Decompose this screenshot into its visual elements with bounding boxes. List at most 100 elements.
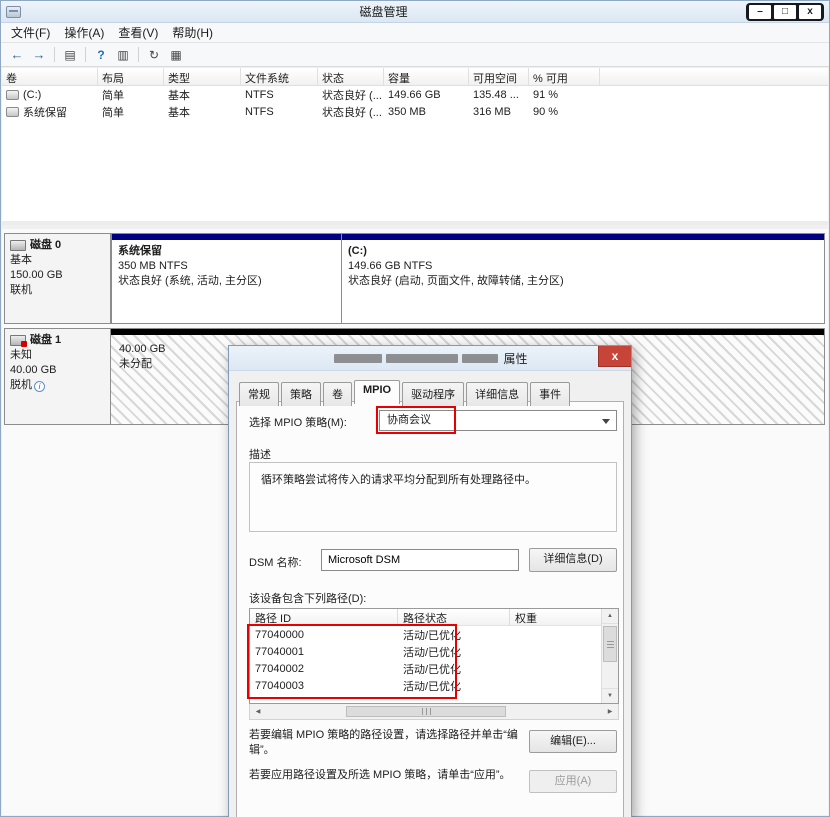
dialog-close-button[interactable]: x [598, 346, 631, 367]
policy-label: 选择 MPIO 策略(M): [249, 417, 347, 429]
col-weight[interactable]: 权重 [510, 609, 601, 625]
path-row[interactable]: 77040000 活动/已优化 [250, 626, 601, 643]
path-row[interactable]: 77040003 活动/已优化 [250, 677, 601, 694]
vertical-scrollbar[interactable]: ▲ ▼ [601, 609, 618, 703]
table-row[interactable]: 系统保留 简单 基本 NTFS 状态良好 (... 350 MB 316 MB … [2, 103, 828, 120]
window-title: 磁盘管理 [359, 5, 408, 19]
scroll-right-icon[interactable]: ▶ [602, 708, 618, 715]
cell-free: 135.48 ... [473, 88, 519, 101]
dsm-name-field[interactable] [321, 549, 519, 571]
tab-general[interactable]: 常规 [239, 382, 279, 406]
col-pct-free[interactable]: % 可用 [529, 68, 600, 85]
list-view-icon[interactable]: ▤ [59, 45, 81, 65]
col-free[interactable]: 可用空间 [469, 68, 529, 85]
edit-hint-text: 若要编辑 MPIO 策略的路径设置，请选择路径并单击“编辑”。 [249, 729, 518, 756]
scroll-down-icon[interactable]: ▼ [602, 688, 618, 703]
help-icon[interactable]: ? [90, 45, 112, 65]
disk0-band: 磁盘 0 基本 150.00 GB 联机 系统保留 350 MB NTFS 状态… [4, 233, 825, 324]
apply-hint-text: 若要应用路径设置及所选 MPIO 策略，请单击“应用”。 [249, 769, 511, 781]
col-path-status[interactable]: 路径状态 [398, 609, 510, 625]
partition-stripe [342, 234, 824, 240]
path-row[interactable]: 77040001 活动/已优化 [250, 643, 601, 660]
col-status[interactable]: 状态 [318, 68, 384, 85]
graph-view-icon[interactable]: ▥ [112, 45, 134, 65]
path-list-body: 路径 ID 路径状态 权重 77040000 活动/已优化 77040001 活… [250, 609, 601, 703]
close-button[interactable]: x [799, 4, 821, 19]
col-volume[interactable]: 卷 [2, 68, 98, 85]
redacted-text [462, 353, 499, 363]
scrollbar-thumb[interactable] [346, 706, 506, 717]
apply-button[interactable]: 应用(A) [529, 770, 617, 793]
mpio-policy-dropdown[interactable]: 协商会议 [379, 410, 617, 431]
maximize-button[interactable]: □ [774, 4, 796, 19]
disk0-size: 150.00 GB [10, 269, 63, 281]
menu-bar: 文件(F) 操作(A) 查看(V) 帮助(H) [1, 23, 829, 43]
disk0-type: 基本 [10, 254, 32, 266]
col-path-id[interactable]: 路径 ID [250, 609, 398, 625]
path-status: 活动/已优化 [403, 629, 462, 642]
menu-action[interactable]: 操作(A) [57, 22, 111, 43]
policy-selected-value: 协商会议 [387, 414, 431, 426]
edit-button[interactable]: 编辑(E)... [529, 730, 617, 753]
path-list-header: 路径 ID 路径状态 权重 [250, 609, 601, 626]
tab-driver[interactable]: 驱动程序 [402, 382, 465, 406]
tab-details[interactable]: 详细信息 [466, 382, 529, 406]
tab-mpio[interactable]: MPIO [354, 380, 401, 404]
table-row[interactable]: (C:) 简单 基本 NTFS 状态良好 (... 149.66 GB 135.… [2, 86, 828, 103]
cell-type: 基本 [168, 106, 190, 119]
paths-label: 该设备包含下列路径(D): [249, 593, 367, 605]
cell-capacity: 149.66 GB [388, 88, 441, 101]
volume-list-header: 卷 布局 类型 文件系统 状态 容量 可用空间 % 可用 [2, 68, 828, 86]
scroll-left-icon[interactable]: ◀ [250, 708, 266, 715]
console-icon[interactable]: ▦ [165, 45, 187, 65]
path-id: 77040001 [255, 645, 304, 658]
volume-list-panel: 卷 布局 类型 文件系统 状态 容量 可用空间 % 可用 (C:) 简单 基本 … [2, 68, 828, 225]
disk1-info[interactable]: 磁盘 1 未知 40.00 GB 脱机 i [5, 329, 111, 424]
back-icon[interactable]: ← [6, 45, 28, 65]
horizontal-scrollbar[interactable]: ◀ ▶ [249, 704, 619, 720]
partition-stripe [112, 234, 341, 240]
toolbar-separator [138, 47, 139, 62]
col-filesystem[interactable]: 文件系统 [241, 68, 318, 85]
partition-c-drive[interactable]: (C:) 149.66 GB NTFS 状态良好 (启动, 页面文件, 故障转储… [341, 234, 824, 323]
offline-info-icon[interactable]: i [34, 381, 45, 392]
toolbar-separator [85, 47, 86, 62]
path-row[interactable]: 77040002 活动/已优化 [250, 660, 601, 677]
cell-pct: 91 % [533, 88, 559, 101]
toolbar-separator [54, 47, 55, 62]
redacted-text [334, 353, 383, 363]
disk0-info[interactable]: 磁盘 0 基本 150.00 GB 联机 [5, 234, 111, 323]
tab-volumes[interactable]: 卷 [323, 382, 352, 406]
col-layout[interactable]: 布局 [98, 68, 164, 85]
disk1-label: 磁盘 1 [30, 334, 62, 346]
partition-system-reserved[interactable]: 系统保留 350 MB NTFS 状态良好 (系统, 活动, 主分区) [111, 234, 341, 323]
dialog-title-suffix: 属性 [503, 351, 528, 366]
refresh-icon[interactable]: ↻ [143, 45, 165, 65]
details-button[interactable]: 详细信息(D) [529, 548, 617, 572]
minimize-button[interactable]: – [749, 4, 771, 19]
menu-help[interactable]: 帮助(H) [165, 22, 220, 43]
mpio-properties-dialog: 属性 x 常规 策略 卷 MPIO 驱动程序 详细信息 事件 选择 MPIO 策… [228, 345, 632, 817]
tab-policy[interactable]: 策略 [281, 382, 321, 406]
disk0-status: 联机 [10, 284, 32, 296]
drive-icon [6, 106, 19, 117]
disk1-size: 40.00 GB [10, 364, 57, 376]
menu-file[interactable]: 文件(F) [4, 22, 57, 43]
col-capacity[interactable]: 容量 [384, 68, 469, 85]
scrollbar-thumb[interactable] [603, 626, 617, 662]
tab-events[interactable]: 事件 [530, 382, 571, 406]
scroll-up-icon[interactable]: ▲ [602, 609, 618, 624]
menu-view[interactable]: 查看(V) [111, 22, 165, 43]
disk1-status: 脱机 i [10, 378, 105, 393]
col-type[interactable]: 类型 [164, 68, 241, 85]
forward-icon[interactable]: → [28, 45, 50, 65]
description-box: 循环策略尝试将传入的请求平均分配到所有处理路径中。 [249, 462, 617, 532]
partition-title: (C:) [348, 245, 367, 257]
chevron-down-icon [602, 419, 610, 428]
cell-status: 状态良好 (... [322, 89, 382, 102]
redacted-text [386, 353, 459, 363]
app-icon [6, 5, 21, 18]
cell-type: 基本 [168, 89, 190, 102]
cell-status: 状态良好 (... [322, 106, 382, 119]
description-label: 描述 [249, 449, 271, 461]
